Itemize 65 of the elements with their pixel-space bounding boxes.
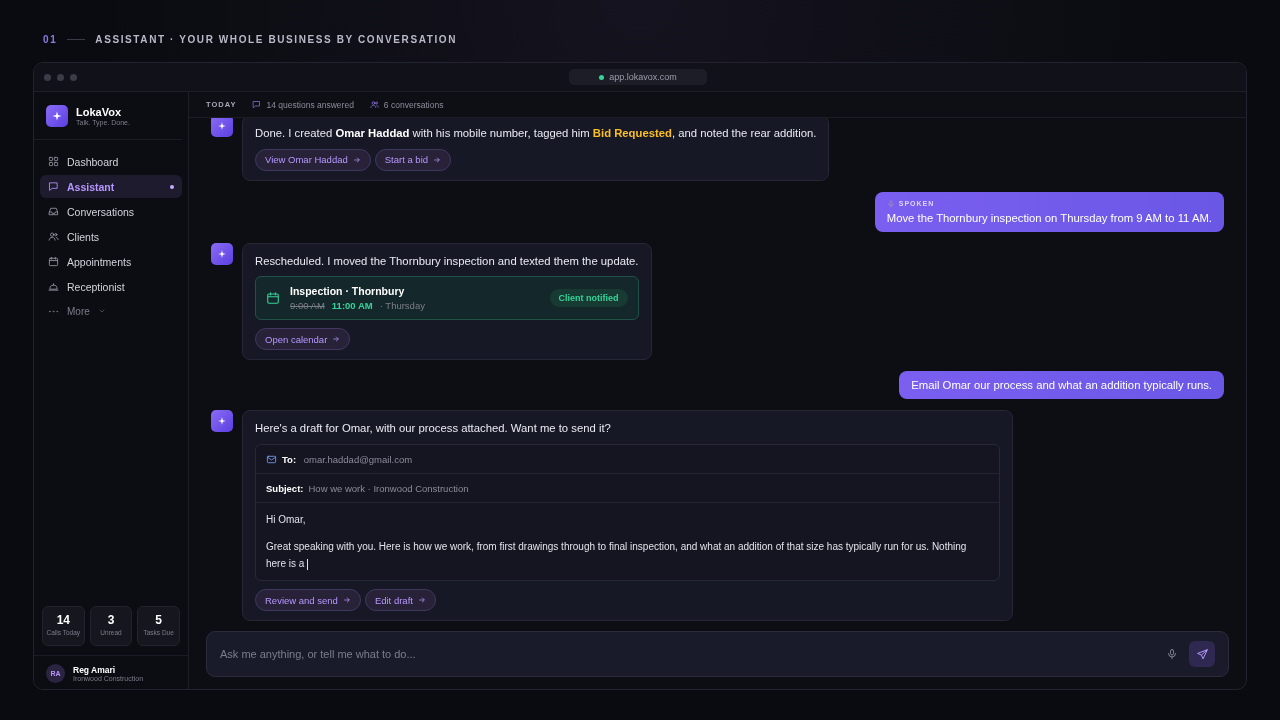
- arrow-icon: [352, 155, 361, 164]
- status-badge: Client notified: [549, 289, 628, 308]
- inbox-icon: [48, 206, 59, 217]
- calendar-icon: [48, 256, 59, 267]
- chat-icon: [252, 100, 262, 109]
- sparkle-icon: [211, 242, 233, 265]
- sparkle-icon: [211, 410, 233, 433]
- chevron-down-icon: [97, 307, 106, 315]
- message-text: Done. I created Omar Haddad with his mobile number, tagged him Bid Requested, and noted the rear addition.: [255, 126, 817, 141]
- window-dot[interactable]: [44, 73, 51, 81]
- send-icon: [1195, 647, 1209, 661]
- sidebar-item[interactable]: Conversations: [40, 200, 182, 223]
- grid-icon: [48, 156, 59, 167]
- section-title: ASSISTANT · YOUR WHOLE BUSINESS BY CONVERSATION: [95, 33, 458, 45]
- message-text: Email Omar our process and what an addition typically runs.: [911, 379, 1212, 392]
- appointment-title: Inspection · Thornbury: [290, 285, 406, 298]
- sidebar-item[interactable]: Receptionist: [40, 275, 182, 298]
- appointment-day: · Thursday: [379, 300, 425, 312]
- window-dot[interactable]: [57, 73, 64, 81]
- arrow-icon: [342, 596, 351, 604]
- to-label: To:: [282, 453, 297, 465]
- section-number: 01: [43, 33, 58, 45]
- email-paragraph: Hi Omar,: [266, 513, 307, 527]
- address-bar[interactable]: app.lokavox.com: [569, 69, 707, 85]
- send-button[interactable]: [1189, 641, 1215, 667]
- stat-value: 14: [56, 613, 70, 627]
- arrow-icon: [417, 596, 426, 604]
- window-dot[interactable]: [70, 73, 77, 81]
- mail-icon: [266, 453, 277, 465]
- message-text: Rescheduled. I moved the Thornbury inspection and texted them the update.: [255, 253, 639, 269]
- sidebar-item[interactable]: Dashboard: [40, 150, 182, 173]
- sidebar-item[interactable]: Appointments: [40, 250, 182, 273]
- stat-value: 5: [155, 613, 162, 627]
- action-chip[interactable]: View Omar Haddad: [255, 148, 371, 171]
- action-chip[interactable]: Edit draft: [364, 589, 436, 611]
- sparkle-icon: [211, 118, 233, 137]
- message-text: Here's a draft for Omar, with our process attached. Want me to send it?: [255, 421, 612, 436]
- email-paragraph: Great speaking with you. Here is how we work, from first drawings through to final inspection, and what an addition of that size has typically run for us. Nothing here is a: [266, 540, 968, 572]
- message-text: Move the Thornbury inspection on Thursday from 9 AM to 11 AM.: [886, 211, 1212, 224]
- chat-icon: [48, 181, 59, 192]
- secure-dot-icon: [599, 74, 605, 80]
- users-icon: [48, 231, 59, 242]
- microphone-icon: [1166, 648, 1178, 660]
- desk-bell-icon: [48, 281, 59, 292]
- users-icon: [369, 100, 379, 109]
- action-chip[interactable]: Open calendar: [255, 328, 351, 351]
- logo-icon: [46, 105, 68, 127]
- user-name: Reg Amari: [73, 665, 117, 675]
- stat-value: 3: [107, 613, 115, 627]
- conversations-count: 6 conversations: [383, 99, 444, 110]
- sidebar-item[interactable]: Assistant: [40, 175, 182, 198]
- arrow-icon: [433, 155, 442, 164]
- arrow-icon: [332, 335, 341, 344]
- questions-count: 14 questions answered: [266, 99, 354, 110]
- action-chip[interactable]: Review and send: [255, 589, 361, 611]
- subject-label: Subject:: [266, 482, 304, 494]
- calendar-icon: [266, 291, 280, 306]
- sidebar-item[interactable]: Clients: [40, 225, 182, 248]
- new-time: 11:00 AM: [331, 300, 373, 312]
- old-time: 9:00 AM: [290, 300, 325, 312]
- recipient-address: omar.haddad@gmail.com: [302, 453, 413, 465]
- brand-name: LokaVox: [76, 106, 123, 118]
- email-subject: How we work · Ironwood Construction: [308, 482, 469, 494]
- more-menu[interactable]: More: [40, 300, 182, 322]
- action-chip[interactable]: Start a bid: [374, 148, 452, 171]
